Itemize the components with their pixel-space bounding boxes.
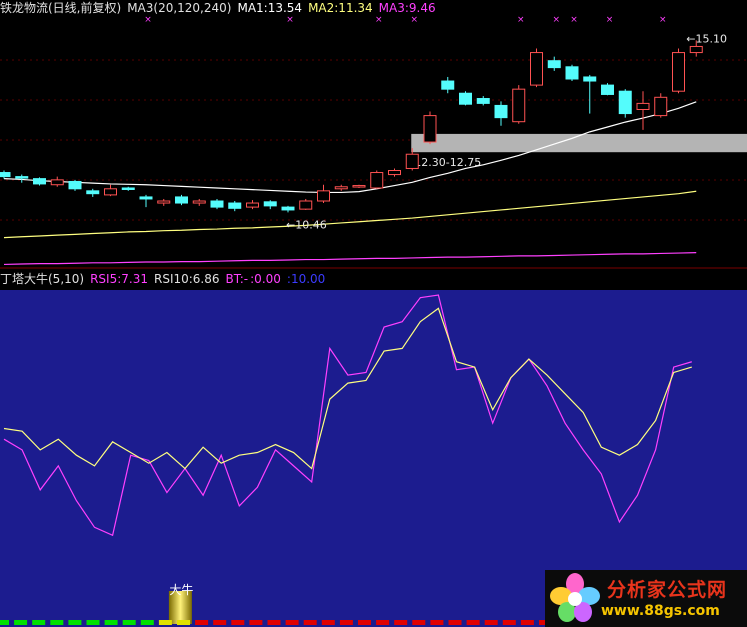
tick-bar: [122, 620, 136, 625]
tick-bar: [303, 620, 317, 625]
rsi10-value: RSI10:6.86: [153, 272, 220, 286]
tick-bar: [104, 620, 118, 625]
tick-bar: [249, 620, 263, 625]
site-logo: 分析家公式网 www.88gs.com: [545, 570, 747, 627]
flower-logo-icon: [550, 573, 600, 622]
tick-bar: [394, 620, 408, 625]
indicator-header: 丁塔大牛(5,10) RSI5:7.31 RSI10:6.86 BT:-:0.00 :1…: [0, 272, 331, 286]
ma2-value: MA2:11.34: [308, 1, 373, 15]
stock-name: 铁龙物流(日线,前复权): [0, 1, 122, 15]
tick-bar: [231, 620, 245, 625]
rsi5-value: RSI5:7.31: [90, 272, 148, 286]
bt-value-1: :0.00: [250, 272, 281, 286]
tick-bar: [158, 620, 172, 625]
tick-bar: [86, 620, 100, 625]
tick-bar: [14, 620, 28, 625]
tick-bar: [448, 620, 462, 625]
ma-params: MA3(20,120,240): [127, 1, 232, 15]
tick-bar: [140, 620, 154, 625]
logo-url: www.88gs.com: [601, 603, 720, 619]
signal-label: 大牛: [169, 582, 193, 597]
tick-bar: [213, 620, 227, 625]
tick-bar: [466, 620, 480, 625]
indicator-chart[interactable]: 大牛: [0, 0, 747, 627]
tick-bar: [484, 620, 498, 625]
tick-bar: [285, 620, 299, 625]
tick-bar: [32, 620, 46, 625]
tick-bar: [412, 620, 426, 625]
price-header: 铁龙物流(日线,前复权) MA3(20,120,240) MA1:13.54 MA2:…: [0, 1, 442, 15]
tick-bar: [321, 620, 335, 625]
tick-bar: [195, 620, 209, 625]
tick-bar: [520, 620, 534, 625]
tick-bar: [358, 620, 371, 625]
tick-bar: [50, 620, 64, 625]
ma1-value: MA1:13.54: [237, 1, 303, 15]
tick-bar: [430, 620, 444, 625]
ma3-value: MA3:9.46: [378, 1, 436, 15]
tick-bar: [502, 620, 516, 625]
bt-label: BT:-: [225, 272, 249, 286]
tick-bar: [376, 620, 390, 625]
logo-title: 分析家公式网: [607, 579, 728, 601]
tick-bar: [0, 620, 9, 625]
tick-bar: [177, 620, 190, 625]
bt-value-2: :10.00: [286, 272, 326, 286]
tick-bar: [339, 620, 353, 625]
indicator-name: 丁塔大牛(5,10): [0, 272, 85, 286]
chart-window: 12.30-12.75 × × × × × × × × × ←10.46 ←15.10 大牛 铁龙物流…: [0, 0, 747, 627]
tick-bar: [68, 620, 82, 625]
tick-bar: [267, 620, 281, 625]
